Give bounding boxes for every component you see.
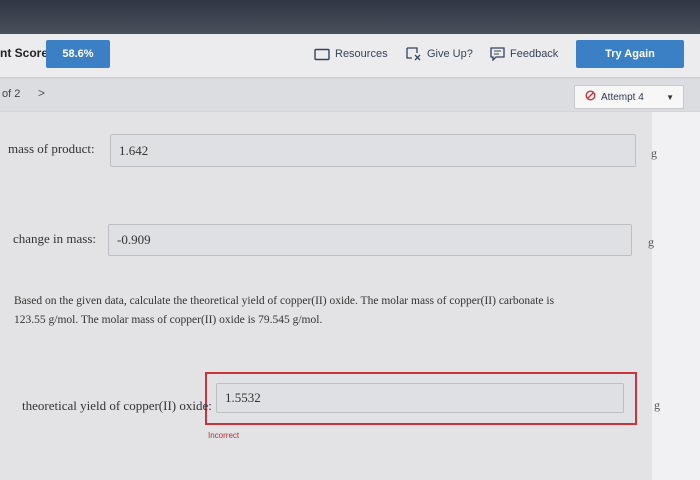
change-in-mass-unit: g <box>648 235 654 249</box>
attempt-dropdown[interactable]: Attempt 4 ▼ <box>574 85 684 109</box>
browser-top-bar <box>0 0 700 34</box>
theoretical-yield-label: theoretical yield of copper(II) oxide: <box>22 398 212 413</box>
theoretical-yield-unit: g <box>654 398 660 412</box>
mass-of-product-unit: g <box>651 146 657 160</box>
change-in-mass-value: -0.909 <box>117 232 151 247</box>
question-line-1: Based on the given data, calculate the t… <box>14 295 555 307</box>
change-in-mass-label: change in mass: <box>13 231 97 246</box>
feedback-label: Feedback <box>510 48 559 60</box>
theoretical-yield-value: 1.5532 <box>225 390 261 405</box>
resources-button[interactable]: Resources <box>314 40 388 68</box>
give-up-label: Give Up? <box>427 48 473 60</box>
mass-of-product-input[interactable]: 1.642 <box>110 134 636 167</box>
feedback-button[interactable]: Feedback <box>490 40 558 68</box>
mass-of-product-value: 1.642 <box>119 142 149 158</box>
question-line-2: 123.55 g/mol. The molar mass of copper(I… <box>14 314 323 326</box>
score-badge: 58.6% <box>46 40 110 68</box>
chevron-right-icon[interactable]: > <box>38 86 45 100</box>
caret-down-icon: ▼ <box>666 93 674 102</box>
content-right-margin <box>652 112 700 480</box>
resources-label: Resources <box>335 48 388 60</box>
page-count-label: of 2 <box>2 88 21 100</box>
folder-icon <box>314 48 330 61</box>
change-in-mass-input[interactable]: -0.909 <box>108 224 632 256</box>
score-label: nt Score: <box>0 46 53 60</box>
question-text: Based on the given data, calculate the t… <box>14 292 614 330</box>
give-up-icon <box>406 47 422 61</box>
blocked-circle-icon <box>585 90 596 104</box>
mass-of-product-label: mass of product: <box>8 141 95 156</box>
incorrect-status-label: Incorrect <box>208 431 240 440</box>
give-up-button[interactable]: Give Up? <box>406 40 473 68</box>
feedback-icon <box>490 47 505 61</box>
theoretical-yield-input[interactable]: 1.5532 <box>216 383 624 413</box>
try-again-button[interactable]: Try Again <box>576 40 684 68</box>
attempt-label: Attempt 4 <box>601 91 644 103</box>
